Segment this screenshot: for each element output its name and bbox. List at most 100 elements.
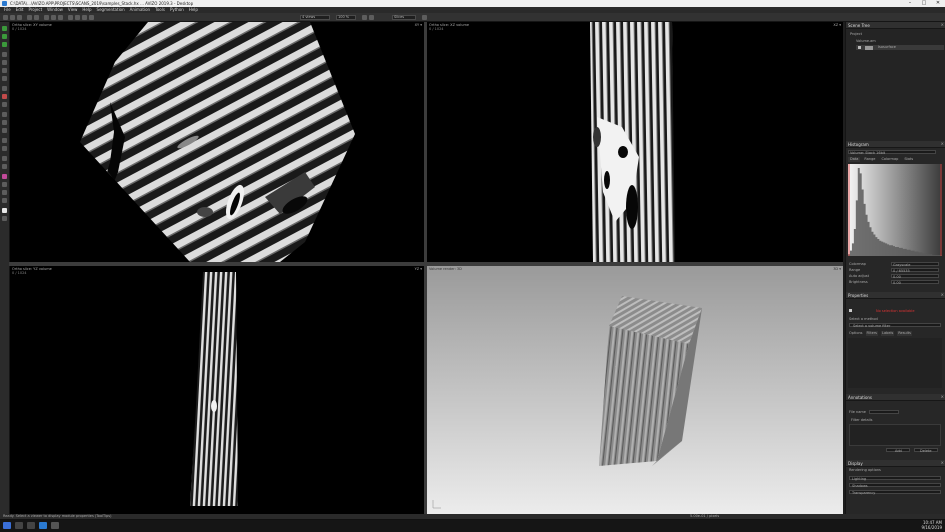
field-label: Auto adjust [849,274,869,278]
display-option[interactable]: Transparency [849,490,941,495]
zoom-icon[interactable] [89,14,94,20]
add-data-icon[interactable] [2,26,7,31]
annotations-header[interactable]: Annotations × [846,394,945,401]
scene-tree: Project Volume.am Isosurface [846,29,945,141]
help-icon[interactable] [2,216,7,221]
layout-icon[interactable] [44,14,49,20]
layout-dropdown[interactable]: 4 views [300,14,330,20]
tree-item[interactable]: Volume.am [856,39,876,43]
histogram-header[interactable]: Histogram × [846,141,945,148]
tree-item-selected[interactable]: Isosurface [856,45,944,50]
white-icon[interactable] [2,208,7,213]
histogram-icon[interactable] [2,120,7,125]
volume-filter-dropdown[interactable]: Select a volume filter [849,323,941,328]
visibility-icon[interactable] [858,46,861,49]
pointer-icon[interactable] [68,14,73,20]
tab-options[interactable]: Options [849,331,863,336]
minimize-button[interactable]: – [903,0,917,7]
clock[interactable]: 10:47 AM 9/16/2019 [921,520,942,530]
eraser-icon[interactable] [2,76,7,81]
viewer-top-right[interactable]: Ortho slice: XZ volume 0 / 1024 XZ ▾ [427,22,843,262]
tab-results[interactable]: Results [897,331,912,336]
viewer-splitter-vertical[interactable] [424,22,427,514]
status-center: 5.00e-01 / pixels [690,514,720,518]
close-button[interactable]: ✕ [931,0,945,7]
left-tool-strip [0,22,10,514]
light-icon[interactable] [2,182,7,187]
grid-icon[interactable] [51,14,56,20]
brightness-field[interactable]: 0.00 [891,280,939,285]
tab-data[interactable]: Data [848,157,861,162]
viewer-bottom-right[interactable]: Volume render: 3D 3D ▾ [427,266,843,514]
tab-colormap[interactable]: Colormap [879,157,900,162]
undo-icon[interactable] [27,14,32,20]
clip-icon[interactable] [2,190,7,195]
display-option[interactable]: Lighting [849,476,941,481]
tab-labels[interactable]: Labels [881,331,895,336]
tab-stats[interactable]: Stats [902,157,915,162]
colormap-field[interactable]: Grayscale [891,262,939,267]
snapshot-icon[interactable] [2,164,7,169]
select-icon[interactable] [2,52,7,57]
save-icon[interactable] [17,14,22,20]
zoom-dropdown[interactable]: 100 % [336,14,356,20]
scene-tree-header[interactable]: Scene Tree × [846,22,945,29]
filter-icon[interactable] [2,42,7,47]
export-icon[interactable] [2,198,7,203]
main-toolbar: 4 views 100 % Slices [0,13,945,22]
add-annotation-button[interactable]: Add [886,448,910,453]
properties-header[interactable]: Properties × [846,292,945,299]
annotation-text-area[interactable] [849,424,941,446]
color-icon[interactable] [2,174,7,179]
crop-icon[interactable] [2,102,7,107]
auto-adjust-field[interactable]: 0.00 [891,274,939,279]
measure-icon[interactable] [2,86,7,91]
yz-slice-image [190,272,238,506]
maximize-button[interactable]: □ [917,0,931,7]
redo-icon[interactable] [34,14,39,20]
close-icon[interactable]: × [941,460,944,465]
open-icon[interactable] [10,14,15,20]
display-option[interactable]: Shadows [849,483,941,488]
home-icon[interactable] [369,14,374,20]
slice-icon[interactable] [2,128,7,133]
annotation-item[interactable]: File name [849,410,866,414]
search-icon[interactable] [15,522,23,529]
camera-icon[interactable] [58,14,63,20]
range-field[interactable]: 0 / 65535 [891,268,939,273]
histogram-dataset-dropdown[interactable]: Volume: Stack 16bit [848,150,936,155]
start-icon[interactable] [3,522,11,529]
explorer-icon[interactable] [51,522,59,529]
record-icon[interactable] [2,94,7,99]
new-project-icon[interactable] [3,14,8,20]
mode-dropdown[interactable]: Slices [392,14,416,20]
add-module-icon[interactable] [2,34,7,39]
tree-item[interactable]: Project [850,32,862,36]
threshold-icon[interactable] [2,112,7,117]
app-taskbar-icon[interactable] [39,522,47,529]
fit-icon[interactable] [362,14,367,20]
delete-annotation-button[interactable]: Delete [914,448,938,453]
pan-icon[interactable] [82,14,87,20]
brush-icon[interactable] [2,68,7,73]
close-icon[interactable]: × [941,394,944,399]
label-icon[interactable] [2,146,7,151]
settings-icon[interactable] [422,14,427,20]
task-view-icon[interactable] [27,522,35,529]
viewer-bottom-left[interactable]: Ortho slice: YZ volume 0 / 1024 YZ ▾ [10,266,424,514]
script-icon[interactable] [2,156,7,161]
lasso-icon[interactable] [2,60,7,65]
status-message: Ready. Select a viewer to display module… [3,514,112,518]
close-icon[interactable]: × [941,22,944,27]
display-header[interactable]: Display × [846,460,945,467]
close-icon[interactable]: × [941,141,944,146]
mesh-icon[interactable] [2,138,7,143]
rotate-icon[interactable] [75,14,80,20]
close-icon[interactable]: × [941,292,944,297]
viewer-top-left[interactable]: Ortho slice: XY volume 0 / 1024 XY ▾ [10,22,424,262]
histogram-plot[interactable] [848,164,942,256]
tab-range[interactable]: Range [862,157,877,162]
field-label: Brightness [849,280,868,284]
annotation-name-field[interactable] [869,410,899,414]
tab-filters[interactable]: Filters [865,331,879,336]
